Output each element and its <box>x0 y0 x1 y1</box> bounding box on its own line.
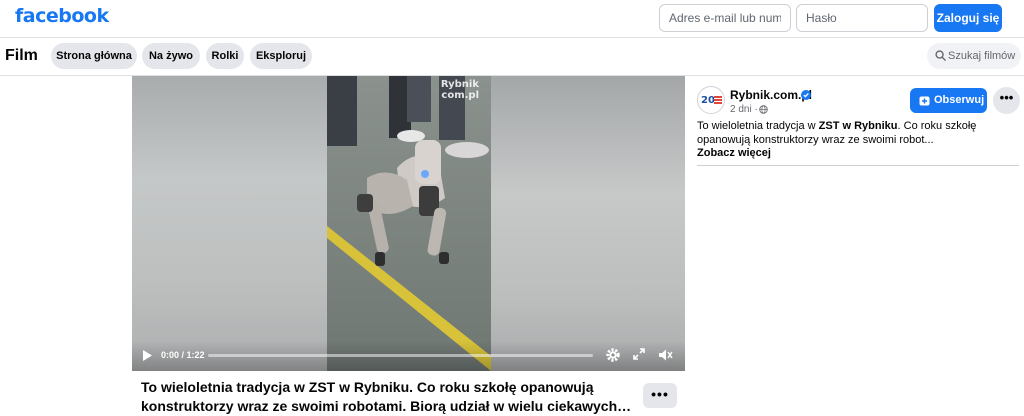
video-nav-bar: Film Strona główna Na żywo Rolki Eksplor… <box>0 38 1024 76</box>
video-blur-right <box>491 76 685 371</box>
login-button[interactable]: Zaloguj się <box>934 4 1002 32</box>
tab-live[interactable]: Na żywo <box>142 43 200 69</box>
watermark-line-1: Rybnik <box>440 79 479 90</box>
video-title[interactable]: To wieloletnia tradycja w ZST w Rybniku.… <box>141 378 636 416</box>
search-icon <box>935 50 946 61</box>
avatar-text: 20 <box>701 95 715 106</box>
tab-explore[interactable]: Eksploruj <box>250 43 312 69</box>
email-field[interactable] <box>659 4 791 32</box>
video-player[interactable]: Rybnik com.pl 0:00 / 1:22 <box>132 76 685 371</box>
page-name[interactable]: Rybnik.com.pl <box>730 88 812 102</box>
post-meta: 2 dni · <box>730 104 758 115</box>
facebook-logo[interactable]: facebook <box>15 5 109 27</box>
video-progress-bar[interactable] <box>208 354 593 357</box>
video-controls: 0:00 / 1:22 <box>132 341 685 371</box>
follow-button[interactable]: Obserwuj <box>910 88 987 113</box>
page-avatar[interactable]: 20 <box>697 86 725 114</box>
follow-label: Obserwuj <box>934 94 985 106</box>
play-icon[interactable] <box>142 349 153 362</box>
see-more-link[interactable]: Zobacz więcej <box>697 147 771 159</box>
avatar-flag-strip <box>714 96 722 105</box>
globe-icon <box>759 105 768 114</box>
video-watermark: Rybnik com.pl <box>441 79 479 101</box>
desc-bold: ZST w Rybniku <box>818 120 898 132</box>
search-placeholder: Szukaj filmów <box>948 50 1016 62</box>
tab-home[interactable]: Strona główna <box>51 43 137 69</box>
video-time: 0:00 / 1:22 <box>161 350 205 360</box>
top-bar: facebook Zaloguj się <box>0 0 1024 38</box>
follow-plus-icon <box>919 96 930 106</box>
post-description: To wieloletnia tradycja w ZST w Rybniku.… <box>697 119 1015 147</box>
video-still-robot-dog <box>327 76 491 371</box>
divider <box>697 165 1019 166</box>
video-frame: Rybnik com.pl <box>327 76 491 371</box>
video-search-input[interactable]: Szukaj filmów <box>927 43 1021 69</box>
post-options-button[interactable]: ••• <box>993 87 1020 114</box>
tab-reels[interactable]: Rolki <box>206 43 244 69</box>
fullscreen-icon[interactable] <box>632 347 646 361</box>
password-field[interactable] <box>796 4 928 32</box>
video-more-button[interactable]: ••• <box>643 383 677 408</box>
desc-prefix: To wieloletnia tradycja w <box>697 120 819 132</box>
volume-icon[interactable] <box>657 347 673 363</box>
watermark-line-2: com.pl <box>441 90 479 101</box>
video-blur-left <box>132 76 327 371</box>
section-title: Film <box>5 47 38 64</box>
verified-badge-icon <box>801 90 811 100</box>
settings-gear-icon[interactable] <box>605 347 621 363</box>
post-age[interactable]: 2 dni <box>730 104 752 115</box>
meta-separator: · <box>754 104 758 115</box>
